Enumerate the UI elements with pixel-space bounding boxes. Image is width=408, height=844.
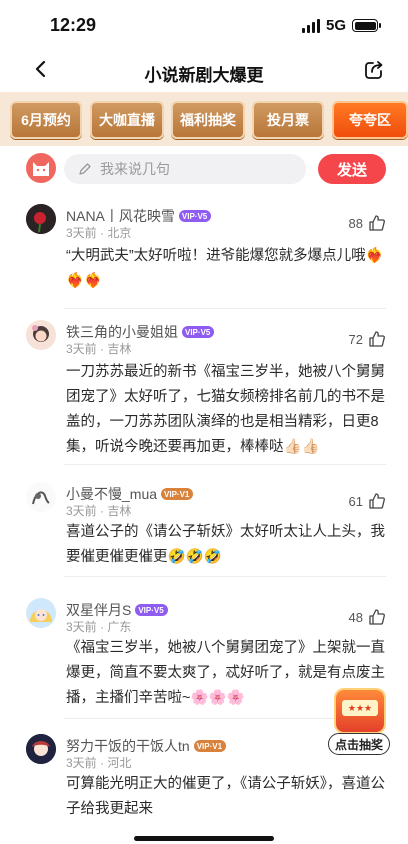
avatar bbox=[26, 482, 56, 512]
home-indicator bbox=[134, 836, 274, 841]
author-name: NANA丨风花映雪 bbox=[66, 208, 175, 224]
like-count: 61 bbox=[348, 493, 363, 509]
divider bbox=[64, 576, 386, 577]
like-count: 88 bbox=[348, 215, 363, 231]
thumbs-up-icon bbox=[369, 331, 385, 347]
share-button[interactable] bbox=[362, 58, 386, 82]
lottery-button[interactable]: ★★★ 点击抽奖 bbox=[328, 688, 390, 758]
vip-badge: VIP· V1 bbox=[161, 488, 194, 500]
author-name: 小曼不慢_mua bbox=[66, 486, 158, 502]
comment-text: “大明武夫”太好听啦！进爷能爆您就多爆点儿哦❤️‍🔥❤️‍🔥❤️‍🔥 bbox=[66, 248, 384, 289]
like-button[interactable]: 72 bbox=[349, 330, 386, 348]
comment-meta: 3天前 · 河北 bbox=[66, 756, 132, 770]
vip-badge: VIP· V5 bbox=[182, 326, 215, 338]
avatar bbox=[26, 598, 56, 628]
divider bbox=[64, 464, 386, 465]
comment-author: 努力干饭的干饭人tn VIP· V1 bbox=[66, 736, 227, 756]
like-count: 48 bbox=[348, 609, 363, 625]
battery-icon bbox=[352, 19, 381, 32]
comment-input[interactable]: 我来说几句 bbox=[64, 154, 306, 184]
tab-monthly-vote[interactable]: 投月票 bbox=[252, 101, 324, 139]
page-title: 小说新剧大爆更 bbox=[144, 66, 264, 85]
like-button[interactable]: 61 bbox=[349, 492, 386, 510]
nav-bar: 小说新剧大爆更 bbox=[0, 52, 408, 90]
thumbs-up-icon bbox=[369, 609, 385, 625]
author-name: 努力干饭的干饭人tn bbox=[66, 738, 190, 754]
slot-reels: ★★★ bbox=[342, 700, 378, 716]
comment-meta: 3天前 · 吉林 bbox=[66, 504, 132, 518]
slot-machine-icon: ★★★ bbox=[334, 688, 386, 734]
comment-author: 小曼不慢_mua VIP· V1 bbox=[66, 484, 194, 504]
thumbs-up-icon bbox=[369, 493, 385, 509]
vip-badge: VIP· V5 bbox=[135, 604, 168, 616]
avatar bbox=[26, 153, 56, 183]
share-icon bbox=[365, 61, 383, 79]
vip-badge: VIP· V5 bbox=[178, 210, 212, 222]
avatar bbox=[26, 204, 56, 234]
comment-text: 一刀苏苏最近的新书《福宝三岁半，她被八个舅舅团宠了》太好听了，七猫女频榜排名前几… bbox=[66, 364, 385, 455]
network-type: 5G bbox=[325, 17, 346, 34]
status-time: 12:29 bbox=[50, 15, 97, 35]
comment-meta: 3天前 · 广东 bbox=[66, 620, 132, 634]
comment-placeholder: 我来说几句 bbox=[100, 161, 170, 177]
thumbs-up-icon bbox=[369, 215, 385, 231]
status-bar: 12:29 5G bbox=[0, 0, 408, 52]
cat-avatar-icon bbox=[33, 162, 49, 176]
lottery-label: 点击抽奖 bbox=[328, 733, 390, 755]
comment-author: 铁三角的小曼姐姐 VIP· V5 bbox=[66, 322, 215, 342]
comment-author: NANA丨风花映雪 VIP· V5 bbox=[66, 206, 212, 226]
author-name: 铁三角的小曼姐姐 bbox=[66, 324, 178, 340]
send-button[interactable]: 发送 bbox=[318, 154, 386, 184]
comment-meta: 3天前 · 北京 bbox=[66, 226, 132, 240]
avatar bbox=[26, 734, 56, 764]
vip-badge: VIP· V1 bbox=[193, 740, 227, 752]
tab-lottery[interactable]: 福利抽奖 bbox=[171, 101, 245, 139]
comment-text: 喜道公子的《请公子斩妖》太好听太让人上头，我要催更催更催更🤣🤣🤣 bbox=[66, 524, 385, 565]
comment-author: 双星伴月S VIP· V5 bbox=[66, 600, 168, 620]
pencil-icon bbox=[79, 163, 91, 175]
comment-text: 可算能光明正大的催更了，《请公子斩妖》，喜道公子给我更起来 bbox=[66, 776, 385, 817]
tab-praise-zone[interactable]: 夸夸区 bbox=[332, 101, 408, 139]
like-button[interactable]: 88 bbox=[349, 214, 386, 232]
tab-june-reservation[interactable]: 6月预约 bbox=[10, 101, 82, 139]
signal-icon bbox=[301, 18, 320, 33]
like-button[interactable]: 48 bbox=[349, 608, 386, 626]
divider bbox=[64, 308, 386, 309]
status-icons: 5G bbox=[301, 17, 381, 34]
activity-tabs: 6月预约 大咖直播 福利抽奖 投月票 夸夸区 bbox=[0, 92, 408, 146]
author-name: 双星伴月S bbox=[66, 602, 132, 618]
comment-meta: 3天前 · 吉林 bbox=[66, 342, 132, 356]
tab-celebrity-live[interactable]: 大咖直播 bbox=[90, 101, 164, 139]
comment-composer: 我来说几句 发送 bbox=[0, 150, 408, 190]
avatar bbox=[26, 320, 56, 350]
like-count: 72 bbox=[348, 331, 363, 347]
